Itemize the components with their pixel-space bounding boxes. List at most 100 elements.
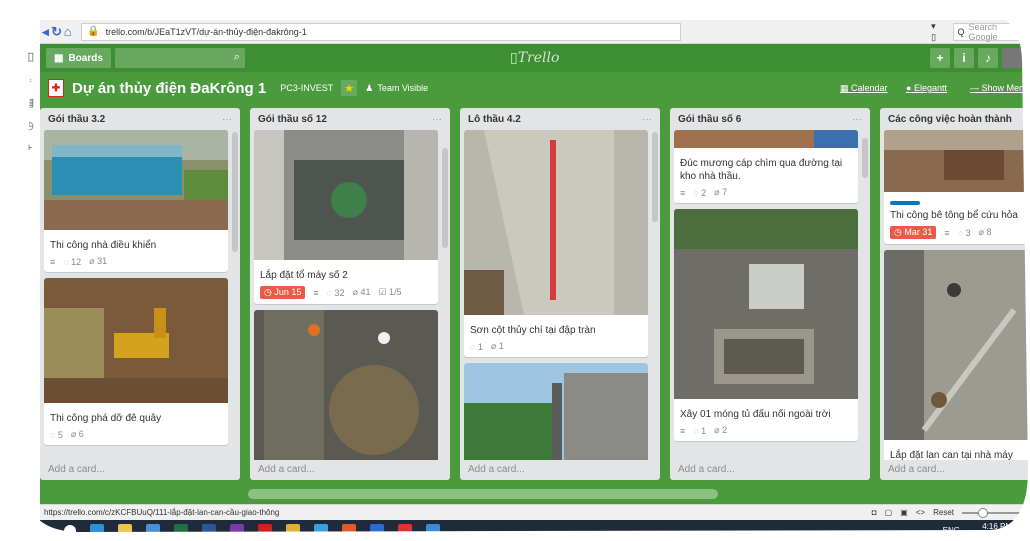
list-menu-icon[interactable]: ··· [642,114,652,125]
sidebar-panel-icon[interactable]: ◫ [24,50,34,63]
list-scrollbar[interactable] [652,132,658,222]
browser-search-input[interactable]: Q Search Google [952,21,1030,42]
list-header[interactable]: Gói thầu số 6 ··· [670,108,870,130]
visibility-button[interactable]: ♟ Team Visible [365,83,428,94]
image-icon[interactable]: ▣ [900,508,908,517]
address-bar[interactable]: 🔒 trello.com/b/JEaT1zVT/dự-án-thủy-điện-… [81,22,682,41]
card[interactable]: Sơn cột thủy chí tại đập tràn ◌ 1 ⌀ 1 [464,130,648,357]
add-button[interactable]: + [930,48,950,68]
list-header[interactable]: Lô thầu 4.2 ··· [460,108,660,130]
card-badges: ≡ ◌ 1 ⌀ 2 [674,423,858,441]
notifications-button[interactable]: ♪ [978,48,998,68]
trello-logo[interactable]: ▯Trello [510,50,559,66]
card-badges: ≡ ◌ 12 ⌀ 31 [44,254,228,272]
card[interactable]: Thi công phá dỡ đê quây ◌ 5 ⌀ 6 [44,278,228,445]
add-card-button[interactable]: Add a card... [250,460,450,480]
board-logo-icon: ✚ [48,79,64,97]
board-canvas: Gói thầu 3.2 ··· Thi công nhà điều khiển [40,104,1030,484]
search-placeholder: Search Google [968,21,998,42]
word-icon[interactable] [202,523,216,538]
attachments-badge: ⌀ 1 [490,341,504,351]
language-indicator[interactable]: ENG [943,526,960,535]
list-menu-icon[interactable]: ··· [852,114,862,125]
calendar-link[interactable]: ▦ Calendar [840,83,888,94]
list-scrollbar[interactable] [442,148,448,248]
history-icon[interactable]: ◷ [24,119,34,132]
board-title[interactable]: Dự án thủy điện ĐaKrông 1 [72,80,266,97]
excel-icon[interactable] [174,523,188,538]
start-icon[interactable] [64,524,76,537]
card[interactable] [464,363,648,460]
add-card-button[interactable]: Add a card... [880,460,1030,480]
list-menu-icon[interactable]: ··· [432,114,442,125]
list-scrollbar[interactable] [862,138,868,178]
card-badges: ◷ Mar 31 ≡ ◌ 3 ⌀ 8 [884,224,1030,244]
code-icon[interactable]: <> [916,508,925,517]
attachments-badge: ⌀ 6 [70,429,84,439]
card[interactable]: Xây 01 móng tủ đấu nối ngoài trời ≡ ◌ 1 … [674,209,858,441]
visibility-label: Team Visible [377,83,429,93]
reload-icon[interactable]: ↻ [51,23,62,41]
card[interactable]: Lắp đặt tổ máy số 2 ◷ Jun 15 ≡ ◌ 32 ⌀ 41… [254,130,438,304]
add-panel-icon[interactable]: + [26,142,32,154]
list-scrollbar[interactable] [232,132,238,252]
comments-badge: ◌ 32 [326,287,345,298]
star-icon[interactable]: ★ [341,80,358,96]
card[interactable] [254,310,438,460]
app-icon[interactable] [286,523,300,538]
card[interactable]: Đúc mương cáp chìm qua đường tại kho nhà… [674,130,858,203]
elegantt-link[interactable]: ● Elegantt [906,83,947,93]
list-header[interactable]: Gói thầu 3.2 ··· [40,108,240,130]
chrome-icon[interactable] [314,523,328,538]
boards-button[interactable]: ▦ Boards [46,48,111,68]
team-icon: ♟ [365,82,374,93]
window-icon[interactable]: ▢ [885,508,893,517]
app-icon[interactable] [342,523,356,538]
app-icon[interactable] [426,523,440,538]
list-menu-icon[interactable]: ··· [222,114,232,125]
info-button[interactable]: i [954,48,974,68]
clock[interactable]: 4:16 PM [982,523,1012,531]
download-icon[interactable]: ⤓ [27,73,32,86]
list-cards: Lắp đặt tổ máy số 2 ◷ Jun 15 ≡ ◌ 32 ⌀ 41… [254,130,438,460]
zoom-reset-label[interactable]: Reset [933,508,954,517]
app-icon[interactable] [258,523,272,538]
ie-icon[interactable] [90,523,104,538]
scrollbar-thumb[interactable] [248,489,718,499]
show-menu-link[interactable]: — Show Menu [970,83,1029,93]
comments-badge: ◌ 12 [63,256,82,267]
app-icon[interactable] [370,523,384,538]
list-header[interactable]: Gói thầu số 12 ··· [250,108,450,130]
card[interactable]: Lắp đặt lan can tại nhà máy [884,250,1030,460]
notes-icon[interactable]: ▤ [24,96,34,109]
app-icon[interactable] [230,523,244,538]
home-icon[interactable]: ⌂ [62,23,73,41]
zoom-slider[interactable] [962,507,1022,518]
boards-icon: ▦ [54,52,64,64]
card[interactable]: Thi công bê tông bể cứu hỏa ◷ Mar 31 ≡ ◌… [884,130,1030,244]
avatar[interactable] [1002,48,1022,68]
description-icon: ≡ [680,187,686,198]
board-header: ✚ Dự án thủy điện ĐaKrông 1 PC3-INVEST ★… [40,72,1030,104]
windows-taskbar: ENG 4:16 PM [40,520,1030,541]
store-icon[interactable] [146,523,160,538]
back-icon[interactable]: ◂ [40,23,51,41]
camera-icon[interactable]: ◘ [872,508,877,517]
list-header[interactable]: Các công việc hoàn thành [880,108,1030,130]
board-horizontal-scrollbar[interactable] [40,484,1030,504]
card[interactable]: Thi công nhà điều khiển ≡ ◌ 12 ⌀ 31 [44,130,228,272]
add-card-button[interactable]: Add a card... [670,460,870,480]
card-cover-image [884,250,1030,440]
bookmark-icon[interactable]: ▾ ▯ [931,21,938,43]
vivaldi-icon[interactable] [398,523,412,538]
status-bar: https://trello.com/c/zKCFBUuQ/111-lắp-đặ… [40,504,1030,520]
list-title: Gói thầu số 12 [258,113,327,125]
board-search-input[interactable]: ⌕ [114,48,245,68]
checklist-badge: ☑ 1/5 [378,287,402,297]
card-badges: ◌ 5 ⌀ 6 [44,427,228,445]
lock-icon: 🔒 [87,26,100,37]
board-org[interactable]: PC3-INVEST [280,83,333,93]
add-card-button[interactable]: Add a card... [40,460,240,480]
add-card-button[interactable]: Add a card... [460,460,660,480]
folder-icon[interactable] [118,523,132,538]
